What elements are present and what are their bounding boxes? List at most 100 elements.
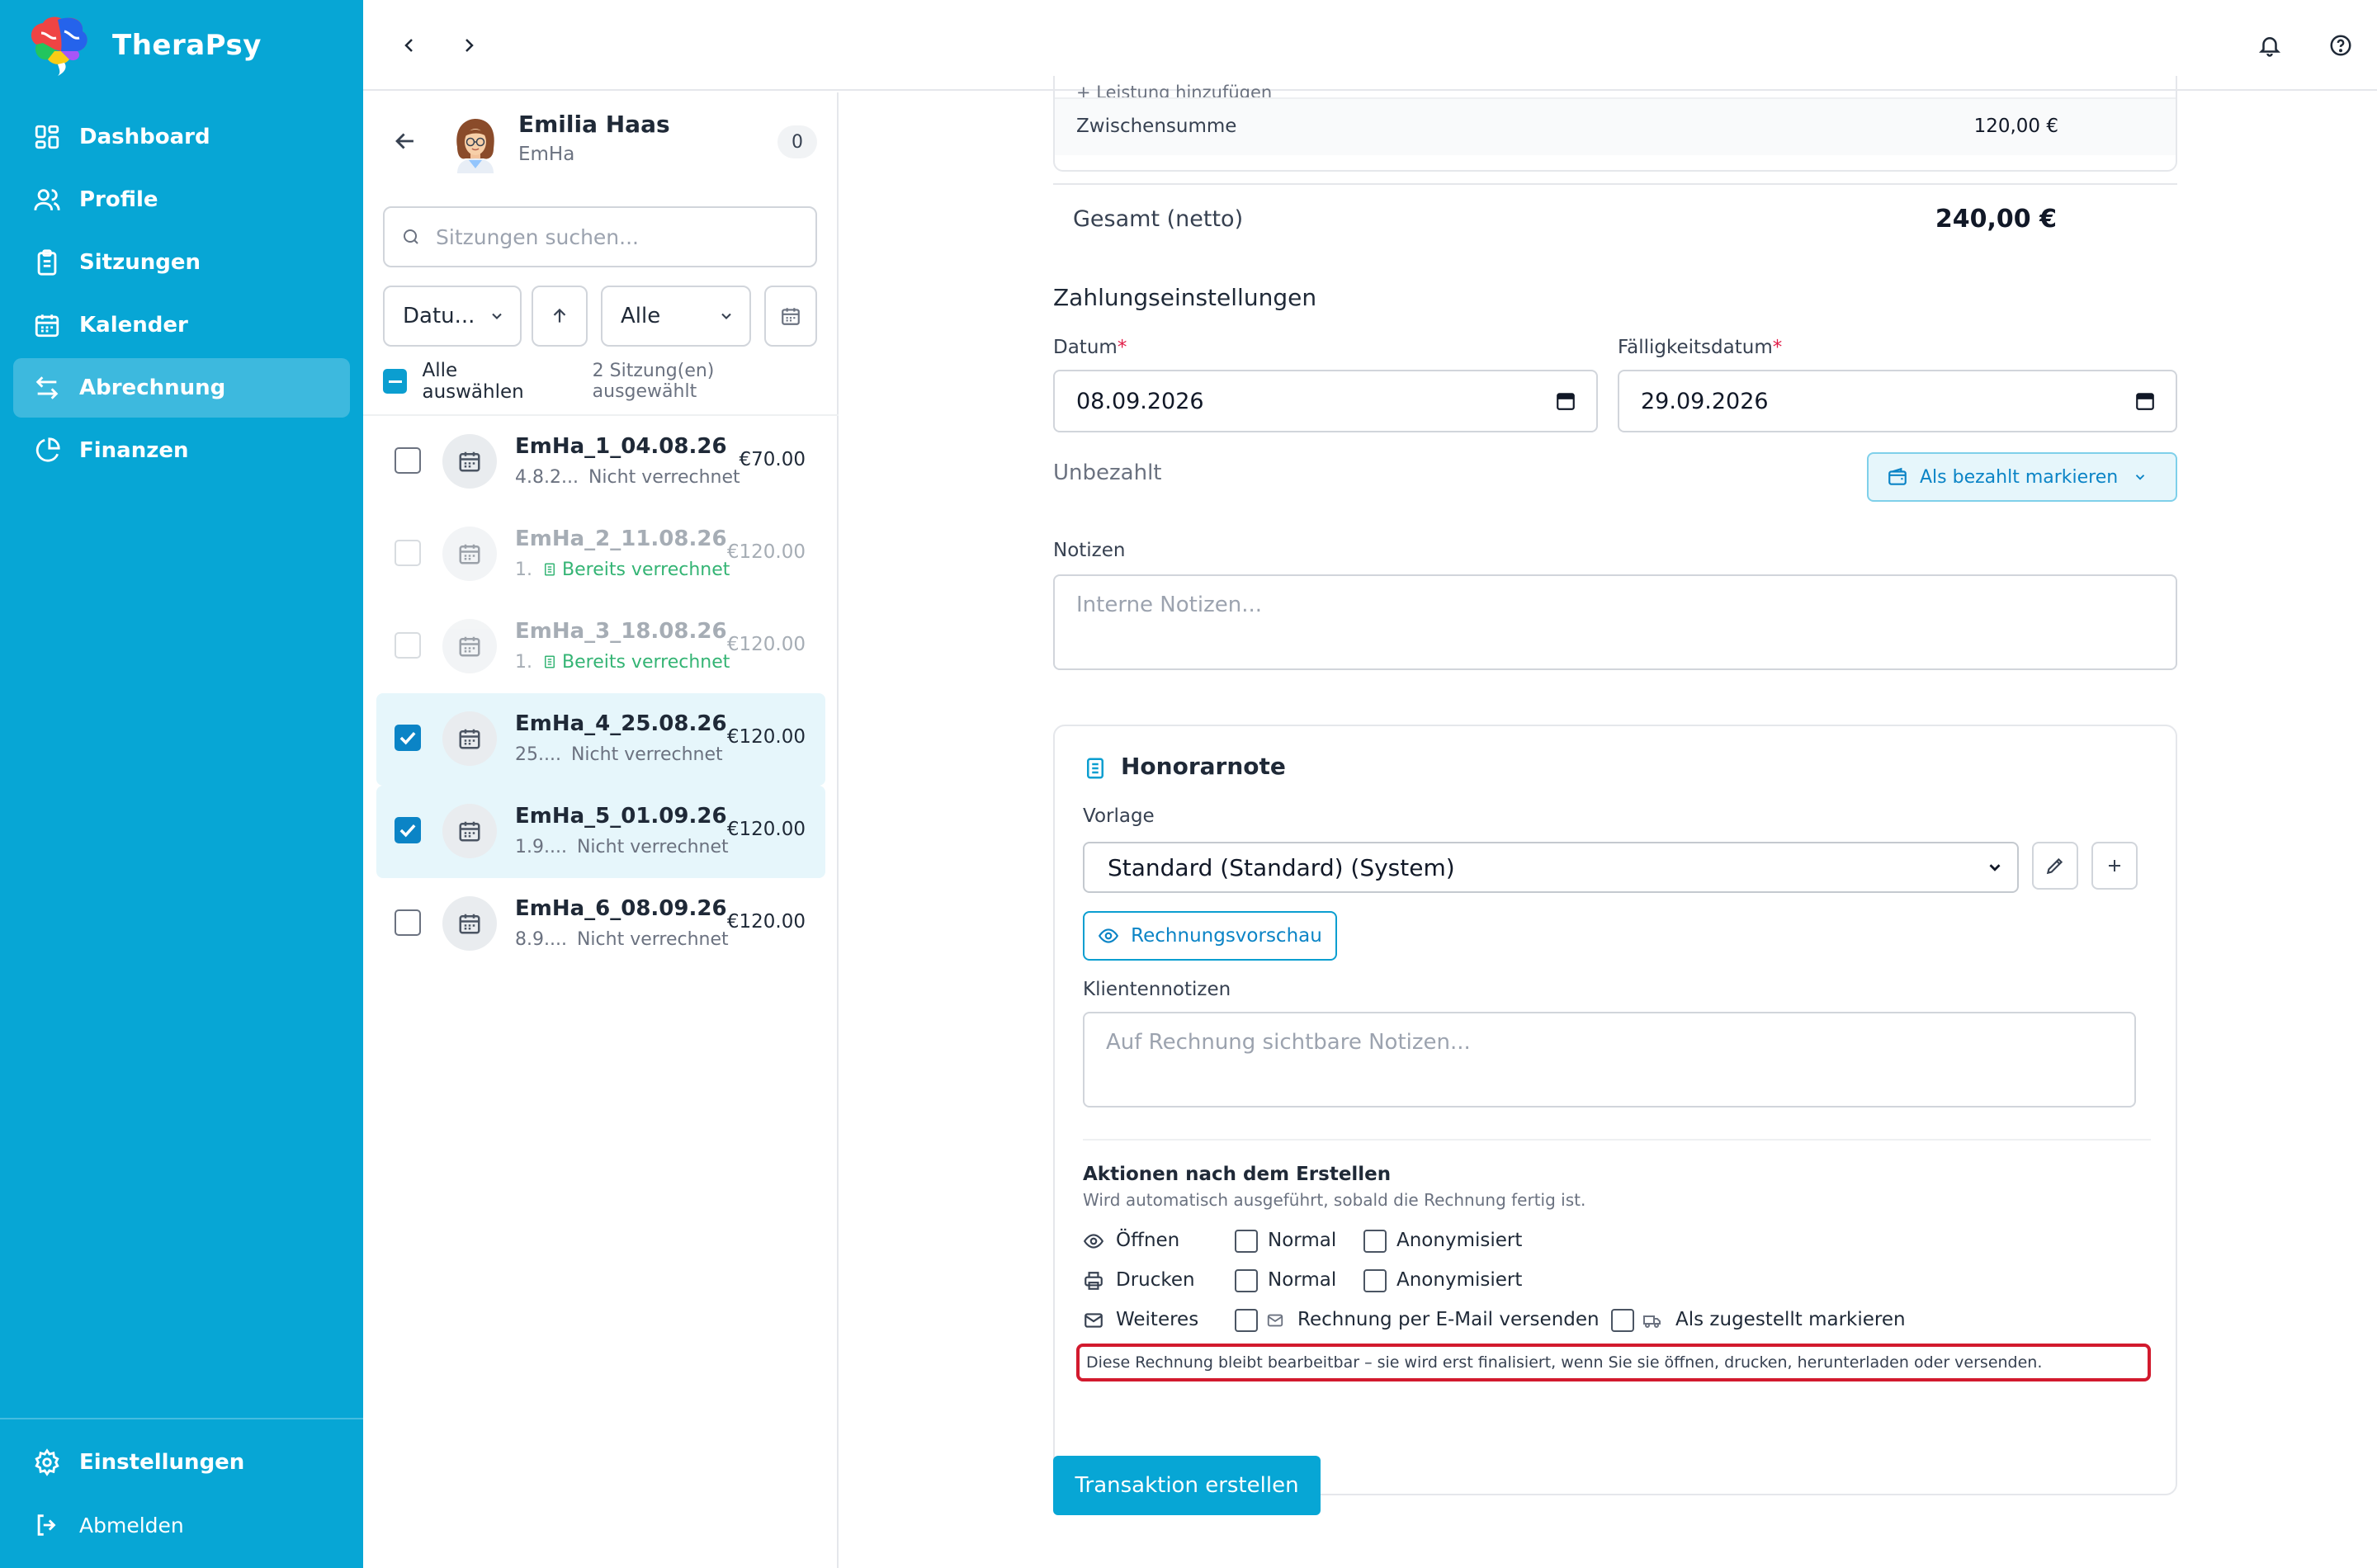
calendar-picker-icon	[2136, 393, 2154, 410]
nav-item-abrechnung[interactable]: Abrechnung	[13, 358, 350, 418]
fee-note-title: Honorarnote	[1121, 753, 1286, 780]
client-header: Emilia Haas EmHa 0	[363, 92, 839, 191]
calendar-icon	[35, 314, 59, 338]
session-status: Bereits verrechnet	[562, 652, 730, 673]
session-checkbox	[395, 540, 421, 566]
invoice-preview-button[interactable]: Rechnungsvorschau	[1083, 911, 1337, 961]
mark-paid-label: Als bezahlt markieren	[1920, 466, 2119, 488]
email-send-label: Rechnung per E-Mail versenden	[1297, 1309, 1600, 1330]
template-select[interactable]: Standard (Standard) (System)	[1083, 842, 2019, 893]
email-send-checkbox[interactable]	[1235, 1309, 1258, 1332]
session-row: EmHa_3_18.08.26 1. Bereits verrechnet €120.…	[376, 601, 825, 693]
session-meta: 1. Bereits verrechnet	[515, 560, 730, 580]
session-checkbox[interactable]	[395, 447, 421, 474]
nav-item-profile[interactable]: Profile	[13, 170, 350, 229]
date-filter-button[interactable]	[764, 286, 817, 347]
open-anonymized-label: Anonymisiert	[1396, 1230, 1523, 1251]
session-checkbox[interactable]	[395, 909, 421, 936]
open-normal-checkbox[interactable]	[1235, 1230, 1258, 1253]
create-transaction-button[interactable]: Transaktion erstellen	[1053, 1456, 1321, 1515]
due-label-text: Fälligkeitsdatum	[1618, 337, 1773, 358]
arrow-left-icon	[395, 133, 413, 149]
more-action-row: Weiteres Rechnung per E-Mail versenden A…	[1083, 1304, 2156, 1337]
date-value: 08.09.2026	[1076, 388, 1204, 414]
session-checkbox[interactable]	[395, 817, 421, 843]
back-nav-button[interactable]	[393, 29, 426, 62]
session-row[interactable]: EmHa_1_04.08.26 4.8.2... Nicht verrechnet €…	[376, 416, 825, 508]
help-circle-icon	[2330, 35, 2351, 56]
nav-label: Finanzen	[79, 438, 189, 463]
invoice-date-input[interactable]: 08.09.2026	[1053, 370, 1598, 432]
print-normal-checkbox[interactable]	[1235, 1269, 1258, 1292]
open-normal-label: Normal	[1268, 1230, 1337, 1251]
client-notes-textarea[interactable]: Auf Rechnung sichtbare Notizen...	[1083, 1012, 2136, 1108]
nav-item-kalender[interactable]: Kalender	[13, 295, 350, 355]
eye-icon	[1099, 928, 1119, 943]
nav-item-dashboard[interactable]: Dashboard	[13, 107, 350, 167]
select-all-checkbox[interactable]	[383, 369, 408, 394]
session-price: €120.00	[726, 911, 806, 933]
print-label: Drucken	[1116, 1269, 1195, 1291]
printer-icon	[1085, 1272, 1103, 1290]
sidebar-bottom: Einstellungen Abmelden	[13, 1433, 350, 1558]
chevron-right-icon	[465, 39, 474, 52]
client-short: EmHa	[518, 144, 575, 165]
session-status: Nicht verrechnet	[570, 744, 723, 765]
session-meta: 8.9.... Nicht verrechnet	[515, 929, 729, 950]
notifications-button[interactable]	[2253, 29, 2286, 62]
help-button[interactable]	[2324, 29, 2357, 62]
pie-chart-icon	[35, 437, 60, 462]
forward-nav-button[interactable]	[452, 29, 485, 62]
eye-icon	[1083, 1234, 1104, 1249]
status-filter-select[interactable]: Alle	[601, 286, 751, 347]
users-icon	[34, 189, 60, 210]
internal-notes-textarea[interactable]: Interne Notizen...	[1053, 574, 2177, 670]
editable-notice: Diese Rechnung bleibt bearbeitbar – sie …	[1076, 1344, 2151, 1381]
open-anonymized-checkbox[interactable]	[1363, 1230, 1387, 1253]
sort-direction-button[interactable]	[532, 286, 588, 347]
add-template-button[interactable]	[2091, 842, 2138, 890]
session-price: €120.00	[726, 726, 806, 748]
logout-icon	[37, 1514, 56, 1536]
mark-delivered-checkbox[interactable]	[1611, 1309, 1634, 1332]
payment-settings-title: Zahlungseinstellungen	[1053, 284, 1317, 311]
print-action-row: Drucken Normal Anonymisiert	[1083, 1264, 2156, 1297]
session-search-input[interactable]: Sitzungen suchen...	[383, 206, 817, 267]
session-checkbox[interactable]	[395, 725, 421, 751]
transfer-icon	[35, 376, 59, 399]
due-date-value: 29.09.2026	[1641, 388, 1769, 414]
mail-icon	[1085, 1313, 1103, 1328]
session-row[interactable]: EmHa_6_08.09.26 8.9.... Nicht verrechnet €1…	[376, 878, 825, 971]
post-actions-title: Aktionen nach dem Erstellen	[1083, 1164, 1392, 1185]
more-label: Weiteres	[1116, 1309, 1199, 1330]
wallet-icon	[1888, 467, 1907, 485]
divider	[1053, 183, 2177, 185]
session-price: €120.00	[726, 634, 806, 655]
chevron-down-icon	[721, 313, 731, 319]
brand[interactable]: TheraPsy	[25, 15, 262, 76]
nav-item-finanzen[interactable]: Finanzen	[13, 421, 350, 480]
session-status: Nicht verrechnet	[576, 837, 729, 857]
sort-field-select[interactable]: Datu...	[383, 286, 522, 347]
session-price: €70.00	[739, 449, 806, 470]
receipt-icon	[542, 652, 562, 673]
session-title: EmHa_4_25.08.26	[515, 711, 727, 736]
due-date-input[interactable]: 29.09.2026	[1618, 370, 2177, 432]
session-row[interactable]: EmHa_5_01.09.26 1.9.... Nicht verrechnet €1…	[376, 786, 825, 878]
main-nav: Dashboard Profile Sitzungen Kalender Abr…	[13, 107, 350, 484]
session-row[interactable]: EmHa_4_25.08.26 25.... Nicht verrechnet €12…	[376, 693, 825, 786]
selected-count: 2 Sitzung(en) ausgewählt	[592, 361, 715, 402]
payment-status: Unbezahlt	[1053, 460, 1162, 485]
session-row: EmHa_2_11.08.26 1. Bereits verrechnet €120.…	[376, 508, 825, 601]
edit-template-button[interactable]	[2032, 842, 2078, 890]
logout-button[interactable]: Abmelden	[13, 1495, 350, 1555]
nav-item-einstellungen[interactable]: Einstellungen	[13, 1433, 350, 1492]
nav-item-sitzungen[interactable]: Sitzungen	[13, 233, 350, 292]
plus-icon	[2109, 860, 2120, 871]
print-anonymized-label: Anonymisiert	[1396, 1269, 1523, 1291]
notes-placeholder: Interne Notizen...	[1076, 593, 1262, 617]
mark-paid-button[interactable]: Als bezahlt markieren	[1867, 452, 2177, 502]
print-anonymized-checkbox[interactable]	[1363, 1269, 1387, 1292]
back-to-clients-button[interactable]	[391, 127, 419, 155]
check-icon	[399, 824, 416, 838]
